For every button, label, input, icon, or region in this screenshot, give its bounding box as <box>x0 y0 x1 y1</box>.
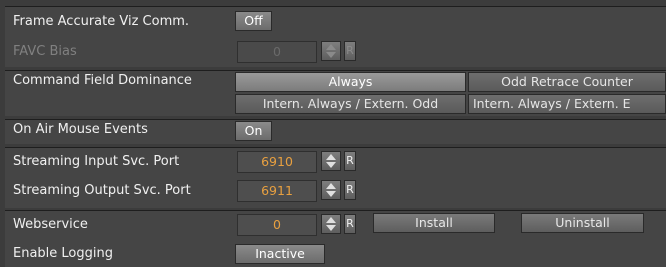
frame-accurate-label: Frame Accurate Viz Comm. <box>13 14 190 29</box>
uninstall-button[interactable]: Uninstall <box>521 213 644 233</box>
frame-accurate-toggle[interactable]: Off <box>235 11 272 31</box>
spin-down-icon <box>326 52 336 58</box>
streaming-input-spinner[interactable] <box>321 151 341 171</box>
install-button[interactable]: Install <box>373 213 495 233</box>
streaming-output-label: Streaming Output Svc. Port <box>13 183 191 198</box>
favc-bias-label: FAVC Bias <box>13 44 77 59</box>
option-intern-always-extern-odd[interactable]: Intern. Always / Extern. Odd <box>235 94 466 114</box>
webservice-port-field[interactable]: 0 <box>237 214 317 236</box>
favc-bias-spinner[interactable] <box>321 41 341 61</box>
streaming-output-reset-button[interactable]: R <box>344 180 356 200</box>
spin-down-icon <box>326 191 336 197</box>
streaming-input-port-field[interactable]: 6910 <box>237 151 317 173</box>
option-always[interactable]: Always <box>235 72 466 92</box>
spin-down-icon <box>326 162 336 168</box>
favc-bias-reset-button[interactable]: R <box>344 41 356 61</box>
streaming-input-label: Streaming Input Svc. Port <box>13 154 180 169</box>
command-field-label: Command Field Dominance <box>13 73 192 88</box>
favc-bias-field[interactable]: 0 <box>237 41 317 63</box>
streaming-output-spinner[interactable] <box>321 180 341 200</box>
spin-up-icon <box>326 154 336 160</box>
streaming-output-port-field[interactable]: 6911 <box>237 180 317 202</box>
spin-down-icon <box>326 225 336 231</box>
spin-up-icon <box>326 44 336 50</box>
on-air-mouse-toggle[interactable]: On <box>235 121 272 141</box>
spin-up-icon <box>326 217 336 223</box>
spin-up-icon <box>326 183 336 189</box>
webservice-spinner[interactable] <box>321 214 341 234</box>
webservice-label: Webservice <box>13 217 88 232</box>
logging-toggle[interactable]: Inactive <box>235 244 325 264</box>
settings-panel: Frame Accurate Viz Comm. Off FAVC Bias 0… <box>0 0 666 267</box>
webservice-reset-button[interactable]: R <box>344 214 356 234</box>
on-air-mouse-label: On Air Mouse Events <box>13 122 148 137</box>
option-odd-retrace-counter[interactable]: Odd Retrace Counter <box>468 72 666 92</box>
option-intern-always-extern-even[interactable]: Intern. Always / Extern. E <box>468 94 666 114</box>
logging-label: Enable Logging <box>13 246 113 261</box>
streaming-input-reset-button[interactable]: R <box>344 151 356 171</box>
